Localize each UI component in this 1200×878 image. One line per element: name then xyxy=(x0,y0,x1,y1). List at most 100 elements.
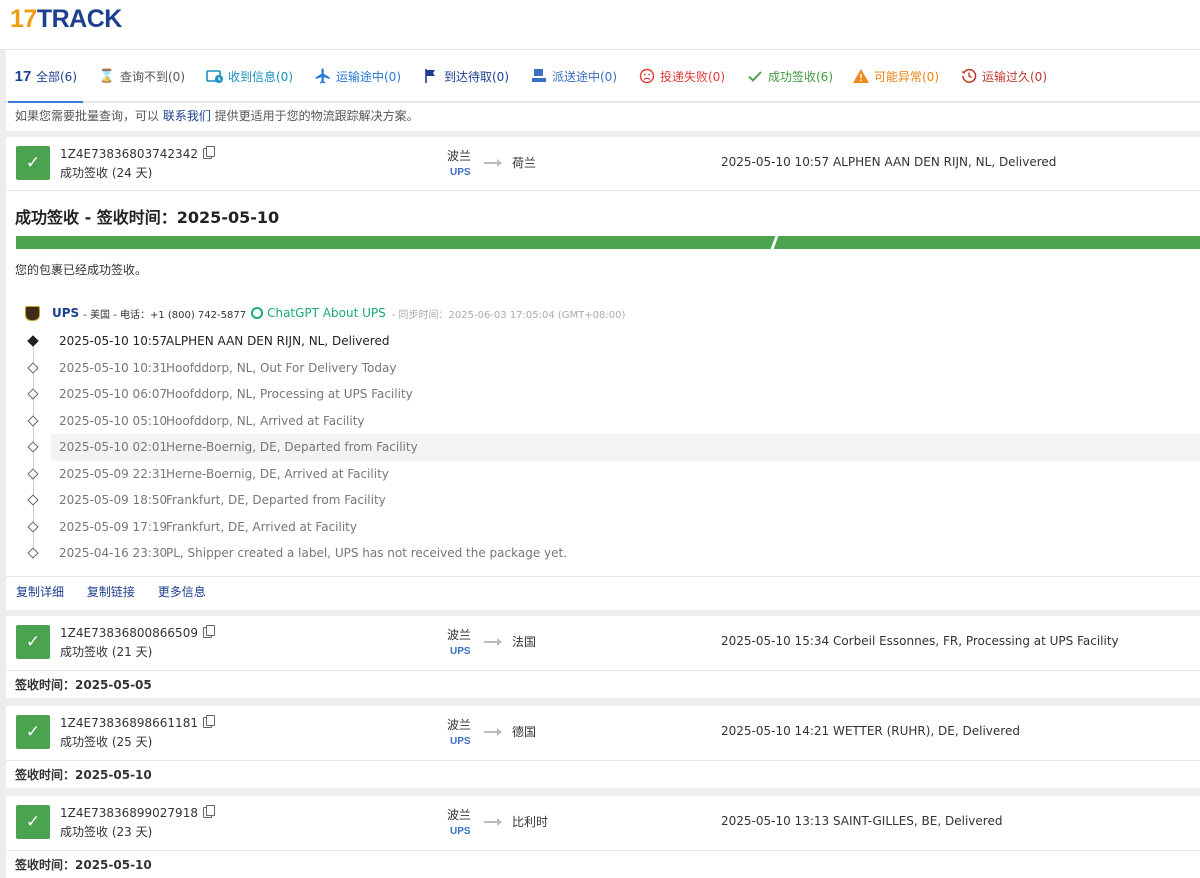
copy-icon[interactable] xyxy=(202,146,215,159)
timeline-event: 2025-05-10 06:07 Hoofddorp, NL, Processin… xyxy=(59,387,413,402)
tab-expired[interactable]: 运输过久(0) xyxy=(960,66,1047,86)
tab-in-transit[interactable]: 运输途中(0) xyxy=(314,66,401,86)
tracking-card: ✓ 1Z4E73836898661181 成功签收 (25 天) 波兰 UPS … xyxy=(6,706,1200,788)
tracking-number[interactable]: 1Z4E73836899027918 xyxy=(60,805,215,820)
delivered-check-icon: ✓ xyxy=(16,715,50,749)
chatgpt-icon xyxy=(251,307,264,319)
timeline-event: 2025-05-09 17:19 Frankfurt, DE, Arrived a… xyxy=(59,519,357,534)
timeline-dot xyxy=(27,388,39,400)
status-text: 成功签收 (24 天) xyxy=(60,166,153,180)
origin-country: 波兰 xyxy=(447,718,472,732)
17-logo-icon: 17 xyxy=(14,67,32,85)
latest-event: 2025-05-10 10:57 ALPHEN AAN DEN RIJN, NL… xyxy=(721,155,1057,169)
divider xyxy=(6,670,1200,671)
tab-delivery-failed[interactable]: 投递失败(0) xyxy=(638,66,725,86)
copy-details-link[interactable]: 复制详细 xyxy=(16,585,64,599)
timeline-dot xyxy=(27,494,39,506)
warning-icon xyxy=(852,67,870,85)
tracking-card: ✓ 1Z4E73836899027918 成功签收 (23 天) 波兰 UPS … xyxy=(6,796,1200,878)
latest-event: 2025-05-10 13:13 SAINT-GILLES, BE, Deliv… xyxy=(721,814,1003,828)
delivered-check-icon: ✓ xyxy=(16,805,50,839)
origin-country: 波兰 xyxy=(447,149,472,163)
delivery-title: 成功签收 - 签收时间：2025-05-10 xyxy=(15,208,280,227)
timeline-event: 2025-04-16 23:30 PL, Shipper created a la… xyxy=(59,546,568,561)
latest-event: 2025-05-10 15:34 Corbeil Essonnes, FR, P… xyxy=(721,634,1119,648)
timeline-event: 2025-05-10 02:01 Herne-Boernig, DE, Depar… xyxy=(51,434,1200,461)
timeline-dot xyxy=(27,547,39,559)
check-icon xyxy=(746,67,764,85)
timeline-event: 2025-05-09 22:31 Herne-Boernig, DE, Arriv… xyxy=(59,466,389,481)
chatgpt-link[interactable]: ChatGPT About UPS xyxy=(251,306,386,320)
tab-all[interactable]: 17 全部(6) xyxy=(8,66,83,103)
origin-country: 波兰 xyxy=(447,628,472,642)
copy-icon[interactable] xyxy=(202,805,215,818)
card-actions: 复制详细 复制链接 更多信息 xyxy=(16,583,225,600)
timeline-dot xyxy=(27,335,39,347)
tracking-number[interactable]: 1Z4E73836898661181 xyxy=(60,715,215,730)
signed-date: 签收时间：2025-05-05 xyxy=(15,678,152,692)
route-arrow-icon xyxy=(484,818,502,826)
route-arrow-icon xyxy=(484,638,502,646)
carrier-info-row: UPS - 美国 - 电话：+1 (800) 742-5877 ChatGPT … xyxy=(25,304,625,322)
status-text: 成功签收 (23 天) xyxy=(60,825,153,839)
carrier-name[interactable]: UPS xyxy=(52,306,79,320)
more-info-link[interactable]: 更多信息 xyxy=(158,585,206,599)
carrier-contact: - 美国 - 电话：+1 (800) 742-5877 xyxy=(83,309,247,321)
progress-bar xyxy=(16,234,1200,251)
signed-date: 签收时间：2025-05-10 xyxy=(15,768,152,782)
timeline-event: 2025-05-09 18:50 Frankfurt, DE, Departed … xyxy=(59,493,386,508)
contact-us-link[interactable]: 联系我们 xyxy=(163,109,211,123)
timeline-dot xyxy=(27,441,39,453)
batch-query-notice: 如果您需要批量查询，可以 联系我们 提供更适用于您的物流跟踪解决方案。 xyxy=(6,103,1200,131)
tab-info-received[interactable]: 收到信息(0) xyxy=(206,66,293,86)
destination-country: 荷兰 xyxy=(512,156,537,170)
tab-pickup[interactable]: 到达待取(0) xyxy=(422,66,509,86)
tab-exception[interactable]: 可能异常(0) xyxy=(852,66,939,86)
latest-event: 2025-05-10 14:21 WETTER (RUHR), DE, Deli… xyxy=(721,724,1020,738)
status-text: 成功签收 (25 天) xyxy=(60,735,153,749)
tracking-card: ✓ 1Z4E73836803742342 成功签收 (24 天) 波兰 UPS … xyxy=(6,137,1200,610)
timeline-event: 2025-05-10 05:10 Hoofddorp, NL, Arrived a… xyxy=(59,413,365,428)
flag-icon xyxy=(422,67,440,85)
destination-country: 德国 xyxy=(512,725,537,739)
route-arrow-icon xyxy=(484,159,502,167)
timeline-dot xyxy=(27,361,39,374)
route-arrow-icon xyxy=(484,728,502,736)
17track-logo[interactable]: 17TRACK xyxy=(10,4,122,34)
divider xyxy=(6,576,1200,577)
carrier-label[interactable]: UPS xyxy=(450,646,471,657)
hourglass-icon: ⌛ xyxy=(98,68,116,84)
status-text: 成功签收 (21 天) xyxy=(60,645,153,659)
sync-time: - 同步时间：2025-06-03 17:05:04 (GMT+08:00) xyxy=(391,309,626,321)
copy-link-link[interactable]: 复制链接 xyxy=(87,585,135,599)
airplane-icon xyxy=(314,67,332,85)
carrier-label[interactable]: UPS xyxy=(450,826,471,837)
signed-date: 签收时间：2025-05-10 xyxy=(15,858,152,872)
timeline-dot xyxy=(27,520,39,533)
clock-history-icon xyxy=(960,67,978,85)
delivered-check-icon: ✓ xyxy=(16,625,50,659)
timeline-dot xyxy=(27,414,39,427)
origin-country: 波兰 xyxy=(447,808,472,822)
tab-not-found[interactable]: ⌛ 查询不到(0) xyxy=(98,66,185,86)
divider xyxy=(6,850,1200,851)
delivery-icon xyxy=(530,67,548,85)
copy-icon[interactable] xyxy=(202,625,215,638)
sad-face-icon xyxy=(638,67,656,85)
timeline-dot xyxy=(27,467,39,480)
top-bar: 17TRACK xyxy=(0,0,1200,50)
divider xyxy=(6,760,1200,761)
tracking-number[interactable]: 1Z4E73836803742342 xyxy=(60,146,215,161)
carrier-label[interactable]: UPS xyxy=(450,167,471,178)
carrier-label[interactable]: UPS xyxy=(450,736,471,747)
delivered-check-icon: ✓ xyxy=(16,146,50,180)
destination-country: 比利时 xyxy=(512,815,549,829)
tab-delivered[interactable]: 成功签收(6) xyxy=(746,66,833,86)
tab-out-for-delivery[interactable]: 派送途中(0) xyxy=(530,66,617,86)
delivery-message: 您的包裹已经成功签收。 xyxy=(15,263,148,277)
tracking-number[interactable]: 1Z4E73836800866509 xyxy=(60,625,215,640)
timeline-event: 2025-05-10 10:57 ALPHEN AAN DEN RIJN, NL,… xyxy=(59,334,390,349)
info-received-icon xyxy=(206,67,224,85)
divider xyxy=(6,190,1200,191)
copy-icon[interactable] xyxy=(202,715,215,728)
